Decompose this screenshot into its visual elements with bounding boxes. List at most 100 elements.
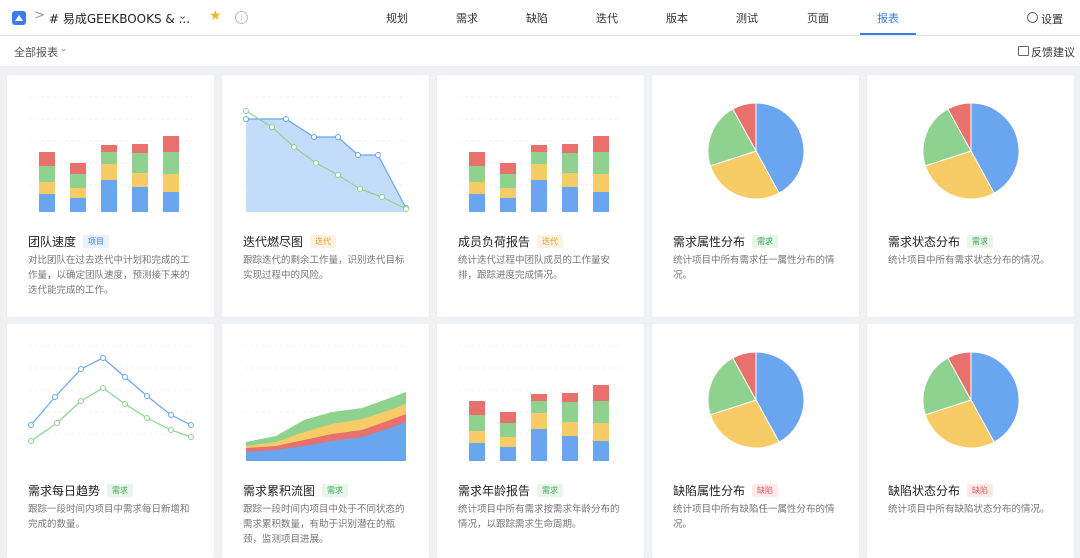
- tab-tests[interactable]: 测试: [722, 10, 772, 26]
- breadcrumb-separator: >: [34, 8, 45, 23]
- bar-segment: [531, 413, 547, 429]
- report-title[interactable]: 需求每日趋势: [28, 482, 100, 499]
- report-thumbnail-defect-status-dist: [922, 351, 1020, 449]
- bar-segment: [562, 393, 578, 402]
- settings-button[interactable]: 设置: [1041, 11, 1063, 27]
- bar-segment: [39, 182, 55, 194]
- chevron-down-icon[interactable]: ⌄: [178, 9, 187, 22]
- report-title[interactable]: 需求属性分布: [673, 233, 745, 250]
- new-series-point: [52, 394, 58, 400]
- tab-plan[interactable]: 规划: [372, 10, 422, 26]
- report-scope-tag: 需求: [537, 484, 563, 497]
- report-thumbnail-team-velocity: [29, 96, 192, 212]
- feedback-button[interactable]: 反馈建议: [1031, 44, 1075, 60]
- report-description: 跟踪一段时间内项目中需求每日新增和完成的数量。: [28, 504, 190, 530]
- ideal-point: [335, 172, 341, 178]
- bar-segment: [562, 187, 578, 212]
- report-scope-tag: 缺陷: [752, 484, 778, 497]
- bar-segment: [531, 164, 547, 180]
- bar-segment: [500, 188, 516, 198]
- bar-segment: [562, 422, 578, 436]
- bar-segment: [562, 144, 578, 153]
- report-card-req-status-dist[interactable]: 需求状态分布 需求 统计项目中所有需求状态分布的情况。: [867, 75, 1074, 317]
- new-series-point: [188, 422, 194, 428]
- report-description: 对比团队在过去迭代中计划和完成的工作量，以确定团队速度，预测接下来的迭代能完成的…: [28, 255, 190, 296]
- report-card-req-age[interactable]: 需求年龄报告 需求统计项目中所有需求按需求年龄分布的情况，以跟踪需求生命周期。: [437, 324, 644, 558]
- report-title[interactable]: 缺陷状态分布: [888, 482, 960, 499]
- remaining-point: [243, 116, 249, 122]
- new-series-point: [122, 374, 128, 380]
- project-name[interactable]: # 易成GEEKBOOKS & ...: [49, 10, 190, 27]
- report-title[interactable]: 缺陷属性分布: [673, 482, 745, 499]
- report-card-team-velocity[interactable]: 团队速度 项目 对比团队在过去迭代中计划和完成的工作量，以确定团队速度，预测接下来的…: [7, 75, 214, 317]
- report-card-req-daily-trend[interactable]: 需求每日趋势 需求 跟踪一段时间内项目中需求每日新增和完成的数量。: [7, 324, 214, 558]
- app-logo-icon[interactable]: [12, 11, 26, 25]
- report-title[interactable]: 团队速度: [28, 233, 76, 250]
- report-scope-tag: 缺陷: [967, 484, 993, 497]
- bar-segment: [500, 447, 516, 461]
- done-series-point: [168, 427, 174, 433]
- bar-segment: [469, 194, 485, 212]
- report-title[interactable]: 需求年龄报告: [458, 482, 530, 499]
- report-thumbnail-req-age: [459, 345, 622, 461]
- report-card-req-cfd[interactable]: 需求累积流图 需求 跟踪一段时间内项目中处于不同状态的需求累积数量，有助于识别潜在的…: [222, 324, 429, 558]
- bar-segment: [500, 198, 516, 212]
- top-nav-bar: > # 易成GEEKBOOKS & ... ⌄ ★ i 规划 需求 缺陷 迭代 …: [0, 0, 1080, 36]
- report-description: 统计项目中所有需求状态分布的情况。: [888, 255, 1050, 266]
- tab-pages[interactable]: 页面: [793, 10, 843, 26]
- report-title[interactable]: 需求累积流图: [243, 482, 315, 499]
- report-title[interactable]: 需求状态分布: [888, 233, 960, 250]
- remaining-point: [283, 116, 289, 122]
- tab-defects[interactable]: 缺陷: [512, 10, 562, 26]
- bar-segment: [500, 163, 516, 174]
- bar-segment: [531, 145, 547, 152]
- bar-segment: [163, 192, 179, 212]
- bar-segment: [163, 152, 179, 174]
- report-title[interactable]: 成员负荷报告: [458, 233, 530, 250]
- tab-iterations[interactable]: 迭代: [582, 10, 632, 26]
- report-scope-tag: 迭代: [310, 235, 336, 248]
- bar-segment: [593, 192, 609, 212]
- report-card-req-attribute-dist[interactable]: 需求属性分布 需求 统计项目中所有需求任一属性分布的情况。: [652, 75, 859, 317]
- report-filter-select[interactable]: 全部报表: [14, 44, 58, 60]
- new-series-point: [144, 393, 150, 399]
- bar-segment: [469, 431, 485, 443]
- bar-segment: [39, 166, 55, 182]
- bar-segment: [70, 188, 86, 198]
- tab-versions[interactable]: 版本: [652, 10, 702, 26]
- bar-segment: [593, 423, 609, 441]
- feedback-icon[interactable]: [1018, 46, 1029, 56]
- bar-segment: [593, 401, 609, 423]
- bar-segment: [469, 443, 485, 461]
- report-card-defect-attribute-dist[interactable]: 缺陷属性分布 缺陷 统计项目中所有缺陷任一属性分布的情况。: [652, 324, 859, 558]
- report-thumbnail-req-status-dist: [922, 102, 1020, 200]
- bar-segment: [101, 164, 117, 180]
- report-card-member-load[interactable]: 成员负荷报告 迭代 统计迭代过程中团队成员的工作量安排，跟踪进度完成情况。: [437, 75, 644, 317]
- gear-icon[interactable]: [1027, 12, 1038, 23]
- tab-reports[interactable]: 报表: [863, 10, 913, 26]
- bar-segment: [562, 153, 578, 173]
- report-title[interactable]: 迭代燃尽图: [243, 233, 303, 250]
- bar-segment: [132, 187, 148, 212]
- bar-segment: [531, 152, 547, 164]
- bar-segment: [593, 152, 609, 174]
- info-icon[interactable]: i: [235, 11, 248, 24]
- report-card-defect-status-dist[interactable]: 缺陷状态分布 缺陷 统计项目中所有缺陷状态分布的情况。: [867, 324, 1074, 558]
- report-description: 统计项目中所有需求按需求年龄分布的情况，以跟踪需求生命周期。: [458, 504, 620, 530]
- chevron-down-icon[interactable]: ⌄: [60, 44, 68, 54]
- tab-requirements[interactable]: 需求: [442, 10, 492, 26]
- bar-segment: [500, 423, 516, 437]
- bar-segment: [70, 198, 86, 212]
- report-scope-tag: 迭代: [537, 235, 563, 248]
- bar-segment: [101, 145, 117, 152]
- bar-segment: [562, 436, 578, 461]
- done-series-point: [28, 438, 34, 444]
- report-thumbnail-iteration-burndown: [243, 96, 409, 212]
- report-card-iteration-burndown[interactable]: 迭代燃尽图 迭代 跟踪迭代的剩余工作量，识别迭代目标实现过程中的风险。: [222, 75, 429, 317]
- star-icon[interactable]: ★: [209, 8, 222, 24]
- report-thumbnail-req-daily-trend: [28, 345, 194, 444]
- bar-segment: [500, 412, 516, 423]
- bar-segment: [593, 385, 609, 401]
- report-thumbnail-req-attribute-dist: [707, 102, 805, 200]
- report-thumbnail-member-load: [459, 96, 622, 212]
